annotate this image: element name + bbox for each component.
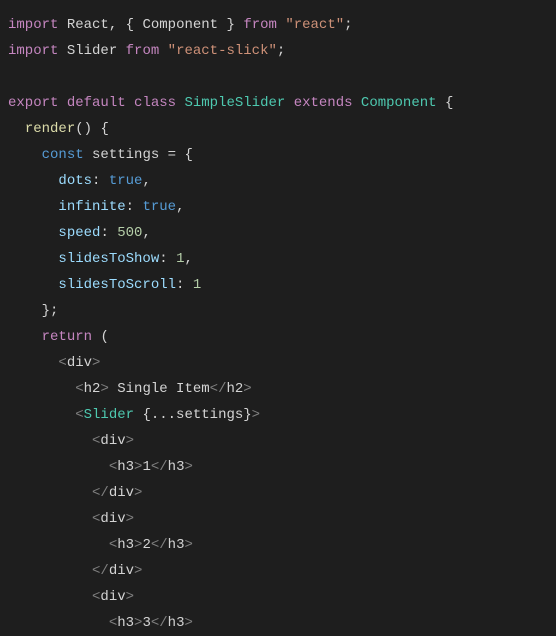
text: Single Item <box>109 381 210 397</box>
tag-name: h3 <box>168 537 185 553</box>
tag-bracket: > <box>126 433 134 449</box>
tag-bracket: > <box>252 407 260 423</box>
keyword-import: import <box>8 17 58 33</box>
tag-bracket: > <box>126 589 134 605</box>
tag-bracket: </ <box>92 485 109 501</box>
comma: , <box>184 251 192 267</box>
colon: : <box>126 199 134 215</box>
parens: () <box>75 121 92 137</box>
tag-bracket: < <box>109 459 117 475</box>
tag-bracket: > <box>134 563 142 579</box>
class-name: SimpleSlider <box>184 95 285 111</box>
tag-bracket: > <box>184 615 192 631</box>
tag-bracket: </ <box>151 459 168 475</box>
comma: , <box>142 225 150 241</box>
identifier: React <box>67 17 109 33</box>
colon: : <box>92 173 100 189</box>
property: dots <box>58 173 92 189</box>
comma: , <box>142 173 150 189</box>
brace: { <box>445 95 453 111</box>
string: "react" <box>285 17 344 33</box>
identifier: Slider <box>67 43 117 59</box>
comma: , <box>176 199 184 215</box>
tag-bracket: </ <box>92 563 109 579</box>
spread: {...settings} <box>142 407 251 423</box>
tag-name: h2 <box>226 381 243 397</box>
string: "react-slick" <box>168 43 277 59</box>
method-name: render <box>25 121 75 137</box>
tag-name: div <box>67 355 92 371</box>
keyword-extends: extends <box>294 95 353 111</box>
equals: = <box>168 147 176 163</box>
tag-bracket: > <box>126 511 134 527</box>
tag-name: div <box>100 589 125 605</box>
tag-name: h3 <box>168 459 185 475</box>
brace-close: }; <box>42 303 59 319</box>
tag-name: h3 <box>117 537 134 553</box>
tag-bracket: > <box>100 381 108 397</box>
keyword-const: const <box>42 147 84 163</box>
tag-bracket: </ <box>151 537 168 553</box>
tag-bracket: < <box>75 381 83 397</box>
tag-bracket: > <box>184 537 192 553</box>
brace: { <box>184 147 192 163</box>
tag-name: div <box>109 485 134 501</box>
tag-name: h3 <box>117 615 134 631</box>
tag-name: div <box>109 563 134 579</box>
tag-name: h3 <box>168 615 185 631</box>
comma: , <box>109 17 117 33</box>
brace: { <box>126 17 134 33</box>
tag-name: h3 <box>117 459 134 475</box>
tag-bracket: < <box>109 537 117 553</box>
tag-bracket: > <box>243 381 251 397</box>
identifier: Component <box>142 17 218 33</box>
tag-bracket: > <box>134 485 142 501</box>
keyword-from: from <box>243 17 277 33</box>
number: 1 <box>193 277 201 293</box>
text: 3 <box>142 615 150 631</box>
tag-name: div <box>100 511 125 527</box>
brace: { <box>100 121 108 137</box>
boolean: true <box>109 173 143 189</box>
semicolon: ; <box>277 43 285 59</box>
boolean: true <box>142 199 176 215</box>
keyword-default: default <box>67 95 126 111</box>
keyword-from: from <box>126 43 160 59</box>
property: slidesToScroll <box>58 277 176 293</box>
colon: : <box>176 277 184 293</box>
tag-bracket: > <box>92 355 100 371</box>
text: 2 <box>142 537 150 553</box>
keyword-export: export <box>8 95 58 111</box>
tag-bracket: < <box>58 355 66 371</box>
tag-bracket: </ <box>151 615 168 631</box>
tag-bracket: < <box>109 615 117 631</box>
property: slidesToShow <box>58 251 159 267</box>
text: 1 <box>142 459 150 475</box>
tag-name: h2 <box>84 381 101 397</box>
identifier: settings <box>92 147 159 163</box>
tag-bracket: > <box>184 459 192 475</box>
semicolon: ; <box>344 17 352 33</box>
brace: } <box>227 17 235 33</box>
keyword-class: class <box>134 95 176 111</box>
keyword-return: return <box>42 329 92 345</box>
tag-bracket: < <box>75 407 83 423</box>
number: 500 <box>117 225 142 241</box>
property: speed <box>58 225 100 241</box>
colon: : <box>100 225 108 241</box>
code-block: import React, { Component } from "react"… <box>8 12 548 636</box>
property: infinite <box>58 199 125 215</box>
class-name: Component <box>361 95 437 111</box>
tag-name: div <box>100 433 125 449</box>
tag-bracket: </ <box>210 381 227 397</box>
paren: ( <box>100 329 108 345</box>
keyword-import: import <box>8 43 58 59</box>
colon: : <box>159 251 167 267</box>
tag-name: Slider <box>84 407 134 423</box>
